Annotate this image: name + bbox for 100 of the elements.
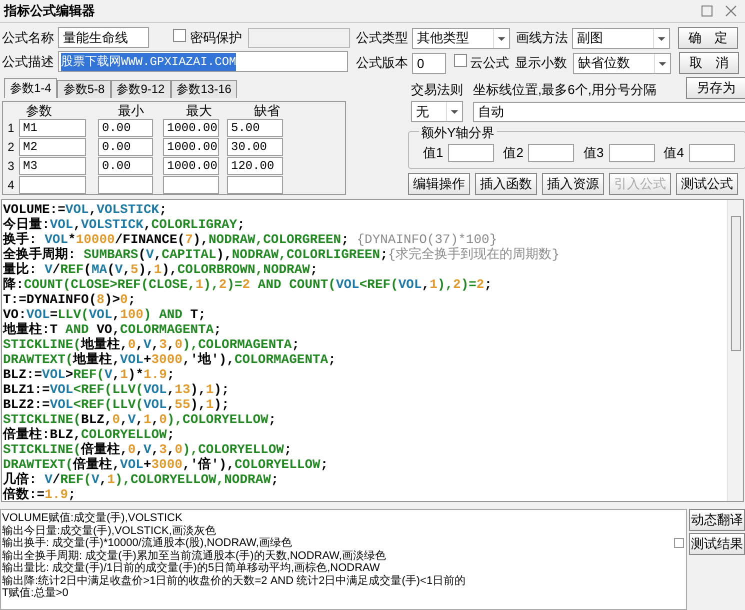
code-line: DRAWTEXT(倍量柱,VOL+3000,'倍'),COLORYELLOW; xyxy=(3,457,330,472)
input-field[interactable] xyxy=(227,176,283,194)
dialog-button[interactable]: 另存为 xyxy=(686,77,745,99)
output-line: 输出量比: 成交量(手)/1日前的成交量(手)的5日简单移动平均,画棕色,NODRAW xyxy=(1,562,381,574)
code-editor[interactable] xyxy=(1,199,744,502)
code-line: 地量柱:T AND VO,COLORMAGENTA; xyxy=(3,322,222,337)
output-line: VOLUME赋值:成交量(手),VOLSTICK xyxy=(1,512,184,524)
checkbox[interactable] xyxy=(172,28,186,42)
output-line: T赋值:总量>0 xyxy=(1,587,70,600)
output-line: 输出今日量:成交量(手),VOLSTICK,画淡灰色 xyxy=(1,524,217,536)
code-line: STICKLINE(倍量柱,0,V,3,0),COLORYELLOW; xyxy=(3,442,293,457)
code-line: 倍量柱:BLZ,COLORYELLOW; xyxy=(3,427,176,442)
field-label: 坐标线位置,最多6个,用分号分隔 xyxy=(473,80,658,98)
output-line: 输出换手: 成交量(手)*10000/流通股本(股),NODRAW,画绿色 xyxy=(1,537,293,550)
code-line: BLZ2:=VOL<REF(LLV(VOL,55),1); xyxy=(3,397,230,412)
code-line: VOLUME:=VOL,VOLSTICK; xyxy=(3,202,168,217)
field-label: 公式名称 xyxy=(2,28,54,47)
output-line: 输出全换手周期: 成交量(手)累加至当前流通股本(手)的天数,NODRAW,画淡绿色 xyxy=(1,550,387,562)
code-line: VO:VOL=LLV(VOL,100) AND T; xyxy=(3,307,207,322)
dialog-button[interactable]: 插入函数 xyxy=(475,173,537,195)
code-line: BLZ1:=VOL<REF(LLV(VOL,13),1); xyxy=(3,382,230,397)
dialog-button[interactable]: 测试公式 xyxy=(676,173,738,195)
selected-text: 股票下载网WWW.GPXIAZAI.COM xyxy=(61,52,236,70)
input-field[interactable]: 0 xyxy=(412,52,446,74)
field-label: 画线方法 xyxy=(516,29,566,48)
input-field[interactable]: 0.00 xyxy=(98,156,153,174)
column-header: 参数 xyxy=(25,103,53,118)
input-field[interactable]: 5.00 xyxy=(227,118,283,136)
window-title: 指标公式编辑器 xyxy=(4,2,96,20)
code-line: 倍数:=1.9; xyxy=(3,487,77,501)
output-line: 输出降:统计2日中满足收盘价>1日前的收盘价的天数=2 AND 统计2日中满足成交量(手)<1日前的 xyxy=(1,574,467,587)
dialog-button[interactable]: 动态翻译 xyxy=(689,509,745,531)
input-field[interactable]: 30.00 xyxy=(227,138,283,156)
input-field[interactable] xyxy=(608,144,655,162)
input-field[interactable]: 1000.00 xyxy=(163,138,219,156)
field-label: 公式类型 xyxy=(356,29,406,48)
field-label: 显示小数 xyxy=(515,54,567,72)
input-field[interactable]: 120.00 xyxy=(227,156,283,174)
row-number: 3 xyxy=(6,158,16,174)
row-number: 2 xyxy=(6,138,16,156)
close-icon[interactable] xyxy=(725,5,737,17)
field-label: 交易法则 xyxy=(411,80,463,98)
code-line: BLZ:=VOL>REF(V,1)*1.9; xyxy=(3,367,176,382)
field-label: 值1 xyxy=(423,144,444,162)
input-field[interactable]: 0.00 xyxy=(98,138,153,156)
dropdown[interactable]: 无 xyxy=(411,101,463,122)
input-field[interactable]: 量能生命线 xyxy=(58,27,149,48)
dropdown[interactable]: 其他类型 xyxy=(412,28,510,48)
code-line: 今日量:VOL,VOLSTICK,COLORLIGRAY; xyxy=(3,217,246,232)
tab[interactable]: 参数5-8 xyxy=(57,80,111,98)
scrollbar[interactable] xyxy=(727,200,743,501)
dialog-button[interactable]: 插入资源 xyxy=(542,173,604,195)
dialog-button[interactable]: 测试结果 xyxy=(689,533,745,555)
code-line: 全换手周期: SUMBARS(V,CAPITAL),NODRAW,COLORLIGREEN;{求完全换手到现在的周期数} xyxy=(3,247,561,262)
input-field[interactable]: 0.00 xyxy=(98,118,153,136)
column-header: 最大 xyxy=(185,103,213,118)
code-line: STICKLINE(地量柱,0,V,3,0),COLORMAGENTA; xyxy=(3,337,301,352)
field-label: 公式描述 xyxy=(2,52,54,71)
code-line: DRAWTEXT(地量柱,VOL+3000,'地'),COLORMAGENTA; xyxy=(3,352,337,367)
maximize-icon[interactable] xyxy=(701,5,713,17)
code-line: 量比: V/REF(MA(V,5),1),COLORBROWN,NODRAW; xyxy=(3,262,319,277)
field-label: 公式版本 xyxy=(356,54,406,72)
input-field[interactable]: M2 xyxy=(19,138,86,156)
field-label: 值3 xyxy=(583,144,604,162)
scroll-thumb[interactable] xyxy=(730,216,740,351)
tab[interactable]: 参数9-12 xyxy=(110,80,171,98)
input-field[interactable] xyxy=(98,176,153,194)
input-field[interactable]: 1000.00 xyxy=(163,156,219,174)
column-header: 缺省 xyxy=(253,103,281,118)
input-field[interactable] xyxy=(688,144,735,162)
row-number: 4 xyxy=(6,176,16,194)
code-line: T:=DYNAINFO(8)>0; xyxy=(3,292,137,307)
field-label: 值4 xyxy=(664,144,684,162)
dialog-button[interactable]: 编辑操作 xyxy=(408,173,470,195)
checkbox[interactable] xyxy=(454,54,467,68)
code-line: 几倍: V/REF(V,1),COLORYELLOW,NODRAW; xyxy=(3,472,280,487)
code-line: STICKLINE(BLZ,0,V,1,0),COLORYELLOW; xyxy=(3,412,278,427)
code-line: 降:COUNT(CLOSE>REF(CLOSE,1),2)=2 AND COUNT(VOL<REF(VOL,1),2)=2; xyxy=(3,277,494,292)
row-number: 1 xyxy=(6,120,16,136)
dialog-button[interactable]: 取 消 xyxy=(679,52,739,74)
input-field[interactable] xyxy=(19,176,86,194)
code-line: 换手: VOL*10000/FINANCE(7),NODRAW,COLORGREEN; {DYNAINFO(37)*100} xyxy=(3,232,498,247)
scroll-box-icon xyxy=(674,538,684,548)
field-label: 值2 xyxy=(503,144,524,162)
input-field[interactable]: M1 xyxy=(19,118,86,136)
tab[interactable]: 参数13-16 xyxy=(170,80,238,98)
tab[interactable]: 参数1-4 xyxy=(4,78,58,98)
input-field[interactable] xyxy=(163,176,219,194)
dropdown[interactable]: 副图 xyxy=(572,28,670,48)
dropdown[interactable]: 缺省位数 xyxy=(573,52,671,74)
dialog-button[interactable]: 确 定 xyxy=(678,27,738,49)
checkbox-label: 云公式 xyxy=(470,54,509,72)
input-field[interactable]: 股票下载网WWW.GPXIAZAI.COM xyxy=(58,51,348,72)
input-field[interactable]: M3 xyxy=(19,156,86,174)
checkbox-label: 密码保护 xyxy=(190,28,242,47)
input-field[interactable] xyxy=(448,144,494,162)
input-field[interactable]: 1000.00 xyxy=(163,118,219,136)
input-field[interactable] xyxy=(528,144,574,162)
column-header: 最小 xyxy=(117,103,145,118)
input-field[interactable]: 自动 xyxy=(473,102,745,122)
